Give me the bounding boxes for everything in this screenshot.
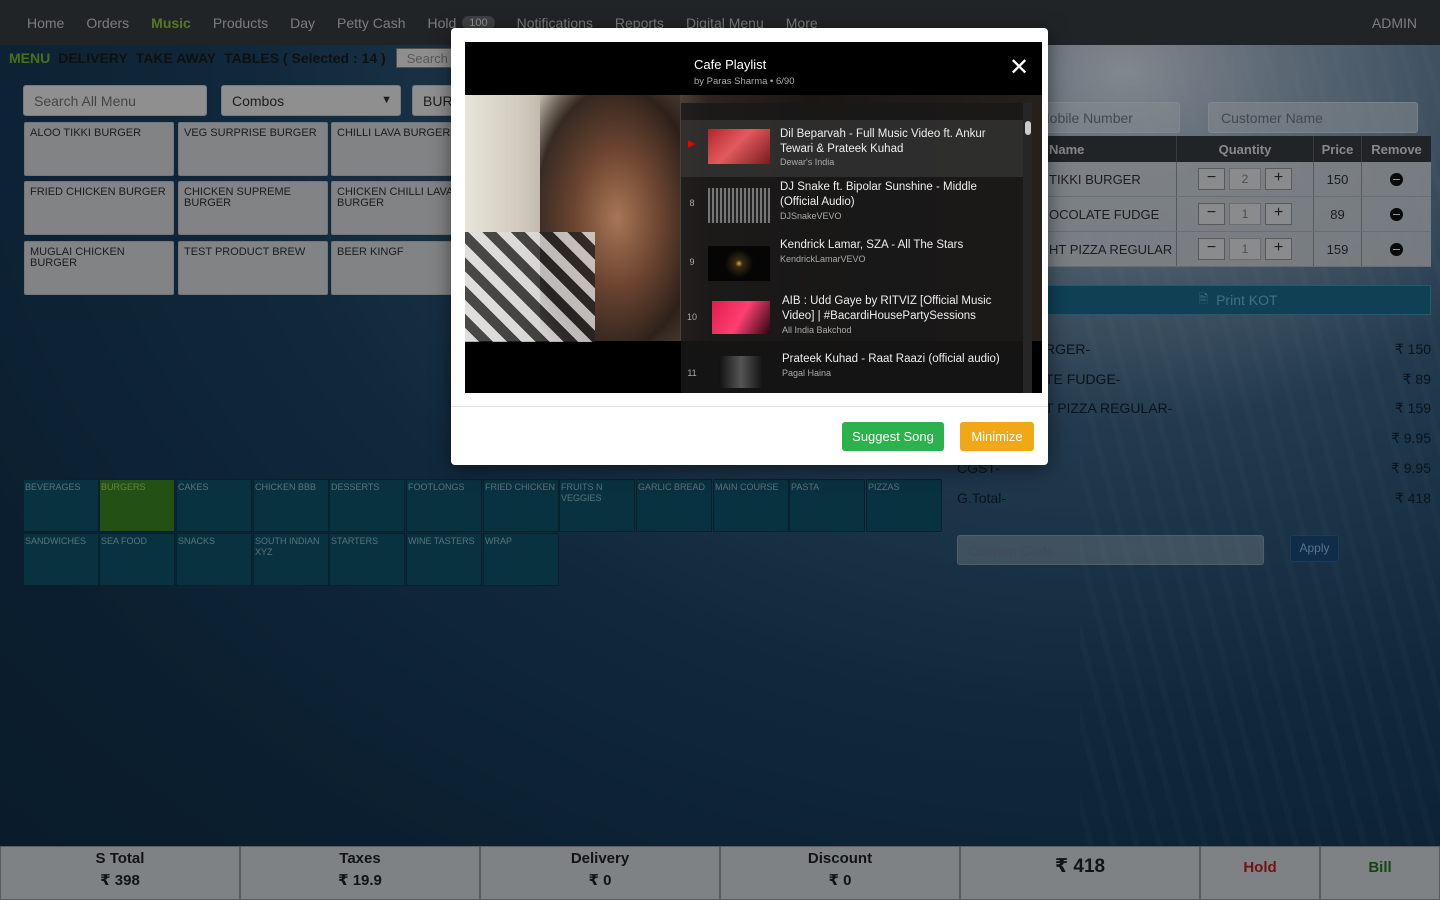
- playlist-item[interactable]: 8 DJ Snake ft. Bipolar Sunshine - Middle…: [681, 177, 1023, 234]
- playlist-item[interactable]: 10 AIB : Udd Gaye by RITVIZ [Official Mu…: [681, 291, 1023, 348]
- playlist-item[interactable]: 9 Kendrick Lamar, SZA - All The Stars Ke…: [681, 234, 1023, 291]
- track-title: Kendrick Lamar, SZA - All The Stars: [780, 238, 1015, 253]
- track-title: DJ Snake ft. Bipolar Sunshine - Middle (…: [780, 180, 1015, 210]
- minimize-button[interactable]: Minimize: [960, 422, 1034, 451]
- playlist-subtitle: by Paras Sharma • 6/90: [694, 76, 795, 87]
- track-channel: Dewar's India: [780, 157, 834, 167]
- track-number: 11: [684, 368, 700, 378]
- track-number: 9: [684, 257, 700, 267]
- youtube-playlist-player[interactable]: Cafe Playlist by Paras Sharma • 6/90 ✕ D…: [465, 42, 1042, 393]
- track-thumbnail: [712, 301, 770, 334]
- suggest-song-button[interactable]: Suggest Song: [842, 422, 944, 451]
- video-subject-shirt: [465, 232, 595, 342]
- track-title: Dil Beparvah - Full Music Video ft. Anku…: [780, 127, 1015, 157]
- track-thumbnail: [708, 188, 770, 223]
- now-playing-icon: [688, 140, 695, 148]
- close-icon[interactable]: ✕: [1009, 56, 1029, 80]
- track-thumbnail: [708, 246, 770, 281]
- scrollbar-thumb[interactable]: [1025, 121, 1031, 135]
- track-thumbnail: [719, 356, 763, 388]
- music-modal: Cafe Playlist by Paras Sharma • 6/90 ✕ D…: [451, 28, 1048, 465]
- track-thumbnail: [708, 129, 770, 164]
- playlist-item[interactable]: 11 Prateek Kuhad - Raat Raazi (official …: [681, 348, 1023, 393]
- track-channel: KendrickLamarVEVO: [780, 254, 866, 264]
- playlist-scrollbar[interactable]: [1023, 103, 1032, 393]
- track-title: AIB : Udd Gaye by RITVIZ [Official Music…: [782, 294, 1017, 324]
- track-number: 8: [684, 198, 700, 208]
- playlist-list: Dil Beparvah - Full Music Video ft. Anku…: [681, 103, 1032, 393]
- track-number: 10: [684, 312, 700, 322]
- track-title: Prateek Kuhad - Raat Raazi (official aud…: [782, 352, 1017, 367]
- modal-divider: [451, 406, 1048, 407]
- playlist-title[interactable]: Cafe Playlist: [694, 57, 766, 72]
- track-channel: Pagal Haina: [782, 368, 831, 378]
- playlist-item[interactable]: Dil Beparvah - Full Music Video ft. Anku…: [681, 120, 1023, 177]
- track-channel: All India Bakchod: [782, 325, 852, 335]
- track-channel: DJSnakeVEVO: [780, 211, 842, 221]
